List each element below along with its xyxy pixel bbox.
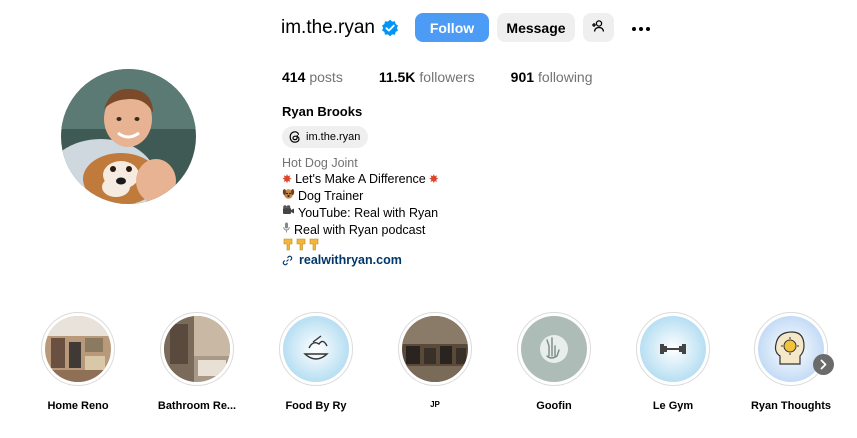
full-name: Ryan Brooks [282, 104, 363, 119]
bio-text: Real with Ryan podcast [294, 222, 426, 237]
highlight-cover [279, 312, 353, 386]
highlight-item[interactable]: Le Gym [628, 312, 718, 412]
highlight-cover [636, 312, 710, 386]
bio-line: YouTube: Real with Ryan [282, 204, 442, 221]
microphone-emoji-icon [282, 221, 291, 238]
category-label: Hot Dog Joint [282, 156, 358, 170]
bio-text: Dog Trainer [298, 188, 364, 203]
dog-emoji-icon [282, 187, 295, 204]
threads-badge[interactable]: im.the.ryan [282, 126, 369, 148]
bio-text: Let's Make A Difference [295, 172, 426, 186]
highlight-item[interactable]: Food By Ry [271, 312, 361, 412]
highlight-label: Le Gym [652, 400, 694, 412]
website-link-text: realwithryan.com [299, 253, 402, 267]
highlight-cover [754, 312, 828, 386]
suggested-accounts-button[interactable] [582, 13, 614, 42]
website-link[interactable]: realwithryan.com [282, 252, 442, 268]
followers-label: followers [419, 69, 475, 85]
following-label: following [538, 69, 593, 85]
highlight-label: Goofin [536, 400, 572, 412]
bio-line: Dog Trainer [282, 187, 442, 204]
highlight-item[interactable]: Bathroom Re... [152, 312, 242, 412]
bio-line: ✸ Let's Make A Difference ✸ [282, 171, 442, 187]
bio-text: YouTube: Real with Ryan [298, 205, 439, 220]
story-highlights: Home Reno Bathroom Re... Food By Ry JP G… [0, 312, 857, 422]
highlight-cover [398, 312, 472, 386]
highlight-label: Bathroom Re... [157, 400, 237, 412]
highlight-cover [160, 312, 234, 386]
highlight-item[interactable]: Home Reno [33, 312, 123, 412]
bio-line: Real with Ryan podcast [282, 221, 442, 238]
more-options-button[interactable] [626, 13, 656, 42]
highlight-label: Home Reno [47, 400, 109, 412]
followers-count: 11.5K [378, 69, 416, 85]
follow-button[interactable]: Follow [414, 13, 489, 42]
threads-handle: im.the.ryan [306, 131, 361, 143]
verified-badge-icon [381, 19, 399, 37]
collision-emoji-icon: ✸ [428, 172, 439, 186]
following-count: 901 [510, 69, 535, 85]
profile-stats: 414 posts 11.5K followers 901 following [282, 69, 629, 85]
threads-icon [288, 130, 302, 144]
highlights-next-button[interactable] [813, 354, 834, 375]
video-camera-emoji-icon [282, 204, 295, 221]
highlight-cover [41, 312, 115, 386]
message-button[interactable]: Message [496, 13, 575, 42]
username: im.the.ryan [281, 16, 375, 38]
link-icon [282, 255, 293, 266]
highlight-label: Food By Ry [285, 400, 347, 412]
posts-label: posts [309, 69, 343, 85]
more-options-icon [631, 19, 651, 37]
highlight-cover [517, 312, 591, 386]
bio-line [282, 238, 442, 251]
highlight-label: Ryan Thoughts [750, 400, 832, 412]
chevron-right-icon [819, 359, 828, 370]
profile-header: im.the.ryan Follow Message [281, 13, 656, 42]
following-stat[interactable]: 901 following [511, 69, 593, 85]
pointing-down-emoji-icon [282, 238, 321, 251]
bio: Hot Dog Joint ✸ Let's Make A Difference … [282, 155, 442, 268]
highlight-label: JP [430, 400, 440, 409]
collision-emoji-icon: ✸ [282, 172, 293, 186]
posts-count: 414 [282, 69, 306, 85]
add-person-icon [591, 19, 605, 36]
posts-stat: 414 posts [282, 69, 343, 85]
highlight-item[interactable]: JP [390, 312, 480, 409]
followers-stat[interactable]: 11.5K followers [379, 69, 475, 85]
highlight-item[interactable]: Goofin [509, 312, 599, 412]
profile-avatar[interactable] [61, 69, 196, 204]
